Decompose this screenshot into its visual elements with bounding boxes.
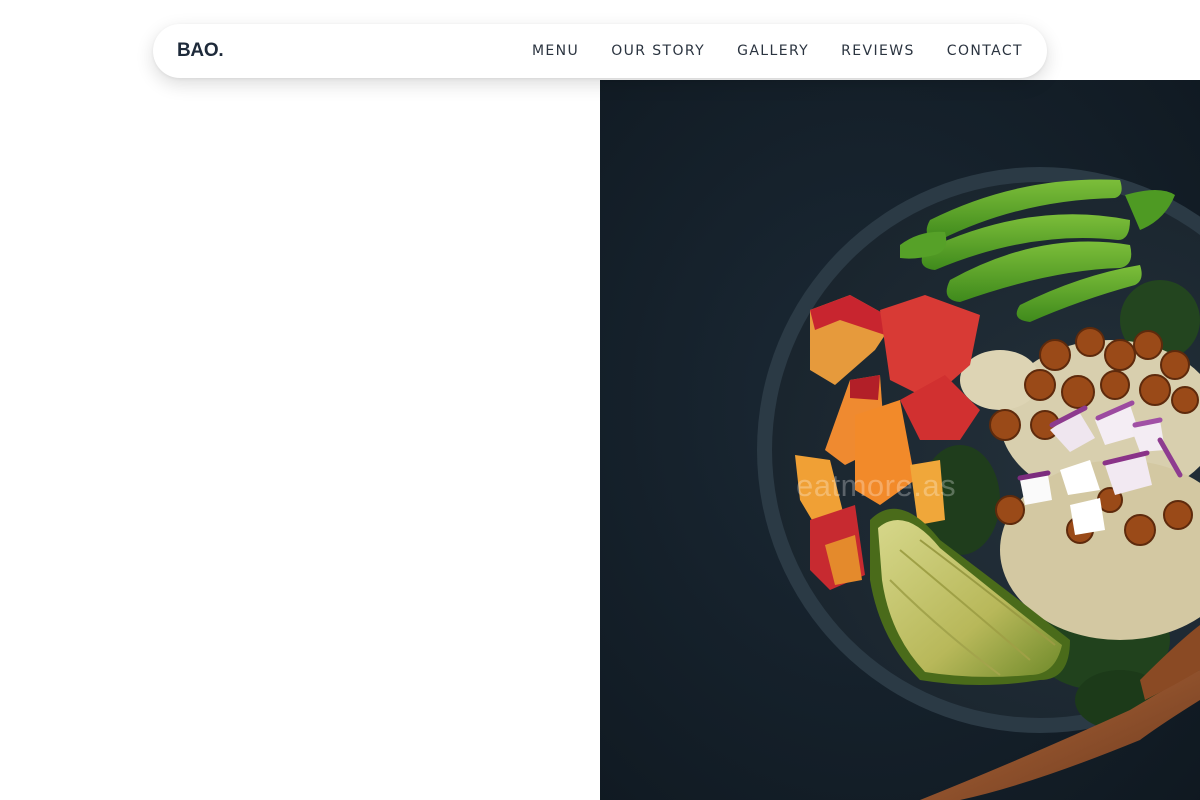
photo-watermark: eatmore.as bbox=[796, 468, 957, 503]
bowl-illustration bbox=[600, 80, 1200, 800]
brand-logo[interactable]: BAO. bbox=[177, 40, 224, 62]
hero-left-panel bbox=[0, 0, 600, 800]
nav-link-reviews[interactable]: REVIEWS bbox=[841, 43, 915, 59]
nav-link-contact[interactable]: CONTACT bbox=[947, 43, 1023, 59]
hero-food-photo: eatmore.as bbox=[600, 80, 1200, 800]
nav-links: MENU OUR STORY GALLERY REVIEWS CONTACT bbox=[532, 43, 1023, 59]
nav-link-menu[interactable]: MENU bbox=[532, 43, 579, 59]
nav-link-gallery[interactable]: GALLERY bbox=[737, 43, 809, 59]
nav-link-our-story[interactable]: OUR STORY bbox=[611, 43, 705, 59]
top-navbar: BAO. MENU OUR STORY GALLERY REVIEWS CONT… bbox=[153, 24, 1047, 78]
